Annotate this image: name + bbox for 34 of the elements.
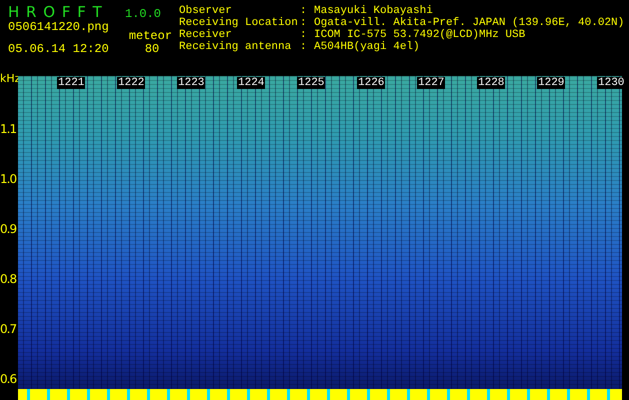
axis-label: 0.7	[0, 322, 16, 336]
time-label: 1229	[537, 77, 566, 89]
time-label: 1230	[597, 77, 626, 89]
axis-label: 0.9	[0, 222, 16, 236]
app-version: 1.0.0	[125, 7, 162, 21]
time-label: 1221	[57, 77, 86, 89]
axis-label: 0.6	[0, 372, 16, 386]
info-value: A504HB(yagi 4el)	[314, 41, 420, 53]
time-label: 1224	[237, 77, 266, 89]
axis-label: 1.1	[0, 122, 16, 136]
axis-label: 0.8	[0, 272, 16, 286]
time-label: 1226	[357, 77, 386, 89]
axis-label: 1.0	[0, 172, 16, 186]
info-label: Observer	[179, 5, 233, 17]
info-label: Receiver	[179, 29, 233, 41]
time-label: 1227	[417, 77, 446, 89]
info-value: Ogata-vill. Akita-Pref. JAPAN (139.96E, 40.02N)	[314, 17, 624, 29]
time-label: 1225	[297, 77, 326, 89]
info-label: Receiving antenna	[179, 41, 292, 53]
info-value: ICOM IC-575 53.7492(@LCD)MHz USB	[314, 29, 526, 41]
separator: :	[300, 41, 308, 53]
time-label: 1228	[477, 77, 506, 89]
file-name: 0506141220.png	[8, 20, 109, 36]
date-time: 05.06.14 12:20	[8, 42, 109, 56]
mode-value: 80	[144, 42, 160, 56]
info-label: Receiving Location	[179, 17, 299, 29]
mode-label: meteor	[128, 29, 172, 42]
separator: :	[300, 17, 308, 29]
separator: :	[300, 29, 308, 41]
app-title: H R O F F T	[8, 3, 103, 21]
separator: :	[300, 5, 308, 17]
time-label: 1223	[177, 77, 206, 89]
time-label: 1222	[117, 77, 146, 89]
info-value: Masayuki Kobayashi	[314, 5, 433, 17]
